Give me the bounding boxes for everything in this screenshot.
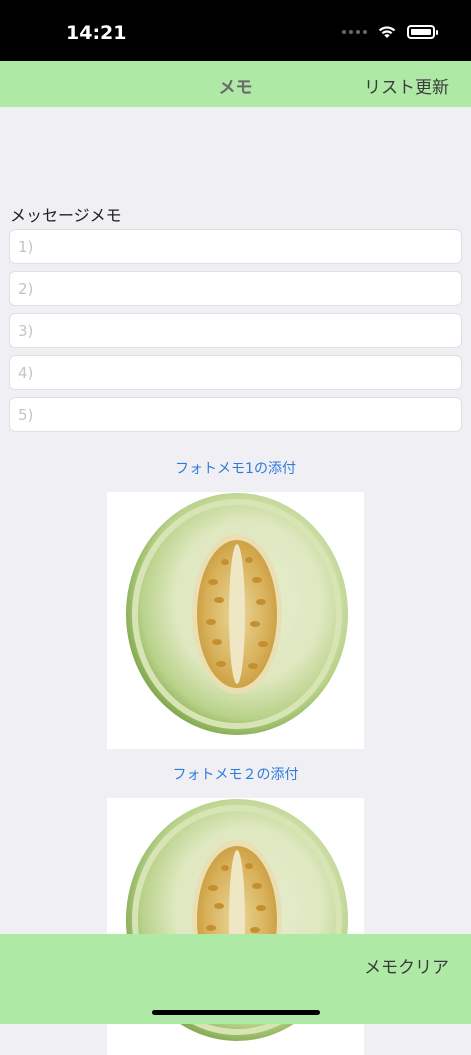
photo-memo-1-image[interactable] [107,492,364,749]
memo-field-1-placeholder: 1) [18,238,34,256]
memo-field-1[interactable]: 1) [9,229,462,264]
memo-field-4-placeholder: 4) [18,364,34,382]
memo-field-2[interactable]: 2) [9,271,462,306]
message-memo-label: メッセージメモ [10,206,122,225]
memo-field-3-placeholder: 3) [18,322,34,340]
melon-image [126,493,348,735]
photo-memo-2-attach-link[interactable]: フォトメモ２の添付 [0,764,471,784]
clear-memo-button[interactable]: メモクリア [364,953,449,978]
memo-field-5-placeholder: 5) [18,406,34,424]
wifi-icon [378,26,396,38]
memo-field-2-placeholder: 2) [18,280,34,298]
home-indicator[interactable] [152,1010,320,1015]
status-bar: 14:21 [0,0,471,61]
refresh-list-button[interactable]: リスト更新 [364,73,449,98]
memo-field-5[interactable]: 5) [9,397,462,432]
status-time: 14:21 [66,22,127,44]
bottom-toolbar: メモクリア [0,934,471,1024]
memo-field-3[interactable]: 3) [9,313,462,348]
memo-field-4[interactable]: 4) [9,355,462,390]
status-icons [342,24,438,39]
signal-icon [342,29,367,34]
battery-icon [407,24,438,39]
photo-memo-1-attach-link[interactable]: フォトメモ1の添付 [0,458,471,478]
nav-bar: メモ リスト更新 [0,61,471,107]
